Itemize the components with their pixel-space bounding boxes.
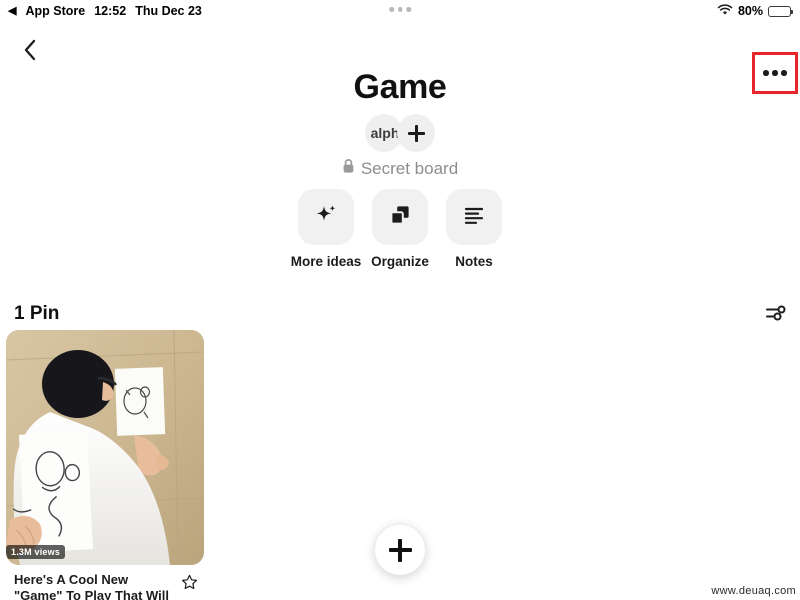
multitasking-handle[interactable] xyxy=(389,7,411,12)
action-notes-button[interactable] xyxy=(446,189,502,245)
pin-image-illustration xyxy=(6,330,204,565)
collaborators-row: alph xyxy=(0,114,800,152)
notes-lines-icon xyxy=(461,202,487,233)
pin-title[interactable]: Here's A Cool New "Game" To Play That Wi… xyxy=(14,572,172,600)
plus-icon xyxy=(388,538,412,562)
watermark: www.deuaq.com xyxy=(711,585,796,597)
board-privacy: Secret board xyxy=(0,158,800,179)
plus-icon xyxy=(407,124,425,142)
status-date: Thu Dec 23 xyxy=(135,4,202,18)
back-button[interactable] xyxy=(14,36,46,68)
action-organize-label: Organize xyxy=(371,254,429,269)
pin-count-label: 1 Pin xyxy=(14,303,60,324)
action-notes[interactable]: Notes xyxy=(442,189,506,269)
avatar-label: alph xyxy=(370,125,400,141)
action-more-ideas-button[interactable] xyxy=(298,189,354,245)
status-bar-left: ◀ App Store 12:52 Thu Dec 23 xyxy=(0,4,202,18)
status-bar-right: 80% xyxy=(717,0,793,22)
wifi-icon xyxy=(717,3,733,19)
action-organize-button[interactable] xyxy=(372,189,428,245)
battery-percent-label: 80% xyxy=(737,4,763,18)
chevron-left-icon xyxy=(23,39,37,66)
status-source-app[interactable]: App Store xyxy=(25,4,85,18)
action-more-ideas[interactable]: More ideas xyxy=(291,189,361,269)
action-more-ideas-label: More ideas xyxy=(290,254,362,269)
battery-icon xyxy=(768,5,793,17)
add-collaborator-button[interactable] xyxy=(397,114,435,152)
save-pin-button[interactable] xyxy=(181,572,198,596)
star-outline-icon xyxy=(181,574,198,595)
action-notes-label: Notes xyxy=(455,254,493,269)
pin-meta: Here's A Cool New "Game" To Play That Wi… xyxy=(6,572,204,600)
ipad-screen: ◀ App Store 12:52 Thu Dec 23 80% Game al… xyxy=(0,0,800,600)
page-title: Game xyxy=(353,68,447,106)
organize-squares-icon xyxy=(387,202,413,233)
pin-thumbnail[interactable]: 1.3M views xyxy=(6,330,204,565)
status-time: 12:52 xyxy=(94,4,127,18)
board-privacy-label: Secret board xyxy=(360,158,459,178)
lock-icon xyxy=(342,158,355,179)
create-pin-fab[interactable] xyxy=(375,525,425,575)
action-organize[interactable]: Organize xyxy=(368,189,432,269)
sparkle-icon xyxy=(313,202,339,233)
filter-sort-button[interactable] xyxy=(762,302,790,328)
board-actions: More ideas Organize Notes xyxy=(0,189,800,269)
status-back-arrow-icon[interactable]: ◀ xyxy=(8,5,16,17)
pin-card[interactable]: 1.3M views Here's A Cool New "Game" To P… xyxy=(6,330,204,600)
views-badge: 1.3M views xyxy=(6,545,66,559)
sliders-icon xyxy=(764,302,788,329)
